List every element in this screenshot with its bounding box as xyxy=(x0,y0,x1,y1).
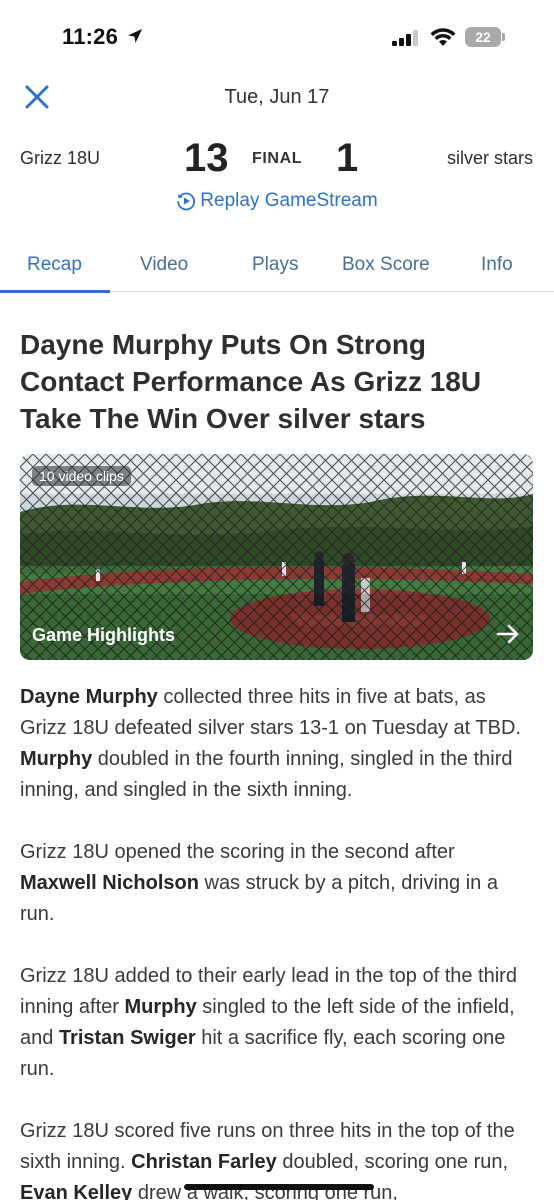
tab-recap[interactable]: Recap xyxy=(27,254,82,276)
player-name[interactable]: Maxwell Nicholson xyxy=(20,872,199,894)
replay-label: Replay GameStream xyxy=(200,190,378,211)
recap-body: Dayne Murphy collected three hits in fiv… xyxy=(20,682,536,1200)
game-date: Tue, Jun 17 xyxy=(224,86,330,108)
battery-indicator: 22 xyxy=(465,27,505,47)
player-name[interactable]: Evan Kelley xyxy=(20,1182,132,1200)
home-team-score: 13 xyxy=(184,136,229,180)
away-team-score: 1 xyxy=(336,136,359,180)
recap-text: doubled, scoring one run, xyxy=(276,1151,509,1173)
game-highlights-card[interactable]: 10 video clips Game Highlights xyxy=(20,454,533,660)
wifi-icon xyxy=(430,28,456,46)
replay-icon xyxy=(177,192,196,211)
active-tab-indicator xyxy=(0,290,110,293)
recap-paragraph: Grizz 18U added to their early lead in t… xyxy=(20,961,536,1085)
tab-video[interactable]: Video xyxy=(140,254,188,276)
player-name[interactable]: Christan Farley xyxy=(131,1151,277,1173)
recap-text: doubled in the fourth inning, singled in… xyxy=(20,748,513,801)
tab-plays[interactable]: Plays xyxy=(252,254,298,276)
arrow-right-icon[interactable] xyxy=(495,622,521,646)
recap-text: Grizz 18U opened the scoring in the seco… xyxy=(20,841,455,863)
game-status: FINAL xyxy=(252,150,303,167)
location-arrow-icon xyxy=(128,29,142,43)
recap-paragraph: Dayne Murphy collected three hits in fiv… xyxy=(20,682,536,806)
away-team-name[interactable]: silver stars xyxy=(447,148,533,169)
home-team-name[interactable]: Grizz 18U xyxy=(20,148,100,169)
recap-headline: Dayne Murphy Puts On Strong Contact Perf… xyxy=(20,329,482,434)
tab-info[interactable]: Info xyxy=(481,254,513,276)
status-time: 11:26 xyxy=(62,24,119,49)
battery-level: 22 xyxy=(465,27,501,47)
player-name[interactable]: Tristan Swiger xyxy=(59,1027,196,1049)
player-name[interactable]: Dayne Murphy xyxy=(20,686,158,708)
tab-bar: Recap Video Plays Box Score Info xyxy=(0,240,554,293)
player-name[interactable]: Murphy xyxy=(125,996,197,1018)
player-name[interactable]: Murphy xyxy=(20,748,92,770)
game-highlights-label: Game Highlights xyxy=(32,625,176,645)
cellular-signal-icon xyxy=(392,30,418,46)
recap-paragraph: Grizz 18U opened the scoring in the seco… xyxy=(20,837,536,930)
video-clips-badge: 10 video clips xyxy=(32,466,131,486)
status-bar: 11:26 22 xyxy=(0,0,554,76)
home-indicator[interactable] xyxy=(184,1184,374,1190)
replay-gamestream-link[interactable]: Replay GameStream xyxy=(0,190,554,212)
battery-tip xyxy=(502,33,505,41)
tab-box-score[interactable]: Box Score xyxy=(342,254,430,276)
